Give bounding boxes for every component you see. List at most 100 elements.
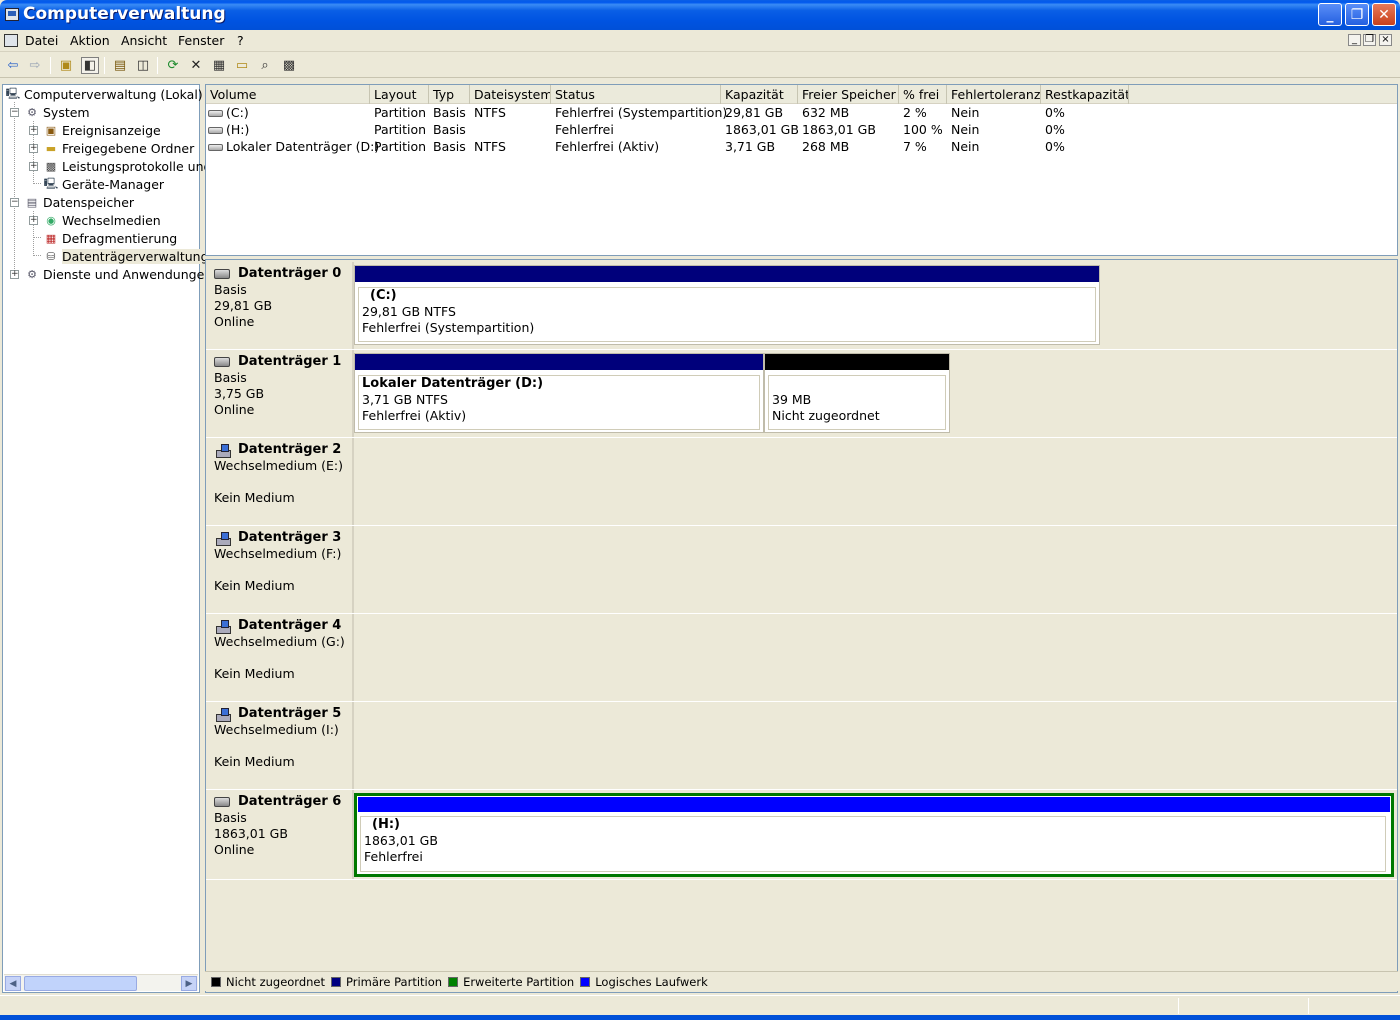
col-prozent-frei[interactable]: % frei (899, 85, 947, 104)
col-freier-speicher[interactable]: Freier Speicher (798, 85, 899, 104)
menu-fenster[interactable]: Fenster (178, 33, 224, 48)
tree-item-datenspeicher[interactable]: ▤ Datenspeicher (24, 193, 134, 211)
computer-icon: 🖳 (5, 86, 21, 100)
disk-label[interactable]: Datenträger 6 Basis 1863,01 GB Online (206, 790, 354, 879)
hard-disk-icon (214, 797, 230, 807)
cell-freier-speicher: 632 MB (802, 105, 850, 120)
cell-typ: Basis (433, 139, 466, 154)
menu-bar: Datei Aktion Ansicht Fenster ? _ ❐ × (0, 30, 1400, 52)
tree-item-label: Defragmentierung (62, 230, 178, 246)
volume-list[interactable]: Volume Layout Typ Dateisystem Status Kap… (205, 84, 1398, 256)
delete-icon[interactable]: ✕ (187, 57, 205, 74)
disk-row-0[interactable]: Datenträger 0 Basis 29,81 GB Online (C:)… (206, 262, 1397, 350)
disk-row-1[interactable]: Datenträger 1 Basis 3,75 GB Online Lokal… (206, 350, 1397, 438)
disk-row-2[interactable]: Datenträger 2 Wechselmedium (E:) Kein Me… (206, 438, 1397, 526)
disk-row-5[interactable]: Datenträger 5 Wechselmedium (I:) Kein Me… (206, 702, 1397, 790)
properties-icon[interactable]: ▤ (111, 57, 129, 74)
close-button[interactable]: ✕ (1372, 3, 1396, 26)
up-folder-icon[interactable]: ▣ (57, 57, 75, 74)
disk-label[interactable]: Datenträger 5 Wechselmedium (I:) Kein Me… (206, 702, 354, 789)
disk-row-4[interactable]: Datenträger 4 Wechselmedium (G:) Kein Me… (206, 614, 1397, 702)
legend-label: Logisches Laufwerk (595, 974, 708, 989)
table-row[interactable]: (C:) Partition Basis NTFS Fehlerfrei (Sy… (206, 104, 1397, 121)
disk-graphical-view[interactable]: Datenträger 0 Basis 29,81 GB Online (C:)… (205, 259, 1398, 993)
scroll-right-button[interactable]: ▶ (181, 976, 197, 991)
disk-row-6[interactable]: Datenträger 6 Basis 1863,01 GB Online (H… (206, 790, 1397, 880)
col-status[interactable]: Status (551, 85, 721, 104)
mdi-document-icon[interactable] (4, 34, 18, 47)
legend-swatch (580, 976, 591, 987)
help-icon[interactable]: ◫ (134, 57, 152, 74)
menu-aktion[interactable]: Aktion (70, 33, 110, 48)
scrollbar-thumb[interactable] (24, 976, 137, 991)
col-restkapazitaet[interactable]: Restkapazität (1041, 85, 1129, 104)
col-kapazitaet[interactable]: Kapazität (721, 85, 798, 104)
expand-wechselmedien-button[interactable]: + (29, 216, 38, 225)
tree-item-geraete-manager[interactable]: 🖳 Geräte-Manager (43, 175, 164, 193)
unallocated-space[interactable]: 39 MB Nicht zugeordnet (764, 353, 950, 433)
tree-item-datentraegerverwaltung[interactable]: ⛁ Datenträgerverwaltung (43, 247, 209, 265)
tree-item-leistungsprotokolle[interactable]: ▩ Leistungsprotokolle und (43, 157, 212, 175)
restore-button[interactable]: ❐ (1345, 3, 1369, 26)
menu-ansicht[interactable]: Ansicht (121, 33, 167, 48)
back-icon[interactable]: ⇦ (4, 57, 22, 74)
tree-item-freigegebene-ordner[interactable]: ▬ Freigegebene Ordner (43, 139, 194, 157)
col-typ[interactable]: Typ (429, 85, 470, 104)
cell-typ: Basis (433, 105, 466, 120)
tree-item-ereignisanzeige[interactable]: ▣ Ereignisanzeige (43, 121, 161, 139)
partition-status: Fehlerfrei (364, 849, 423, 864)
partition-h[interactable]: (H:) 1863,01 GB Fehlerfrei (354, 793, 1394, 877)
mdi-minimize-button[interactable]: _ (1348, 34, 1361, 46)
col-volume[interactable]: Volume (206, 85, 370, 104)
partition-c[interactable]: (C:) 29,81 GB NTFS Fehlerfrei (Systempar… (354, 265, 1100, 345)
tree-item-system[interactable]: ⚙ System (24, 103, 90, 121)
partition-d[interactable]: Lokaler Datenträger (D:) 3,71 GB NTFS Fe… (354, 353, 764, 433)
expand-ereignisanzeige-button[interactable]: + (29, 126, 38, 135)
disk-label[interactable]: Datenträger 4 Wechselmedium (G:) Kein Me… (206, 614, 354, 701)
disk-label[interactable]: Datenträger 0 Basis 29,81 GB Online (206, 262, 354, 349)
disk-name: Datenträger 6 (238, 794, 342, 809)
disk-name: Datenträger 3 (238, 530, 342, 545)
open-folder-icon[interactable]: ▭ (233, 57, 251, 74)
search-icon[interactable]: ⌕ (256, 57, 274, 74)
expand-leistungsprotokolle-button[interactable]: + (29, 162, 38, 171)
expand-freigegebene-ordner-button[interactable]: + (29, 144, 38, 153)
forward-icon[interactable]: ⇨ (26, 57, 44, 74)
services-icon: ⚙ (27, 267, 37, 281)
collapse-datenspeicher-button[interactable]: − (10, 198, 19, 207)
disk-row-3[interactable]: Datenträger 3 Wechselmedium (F:) Kein Me… (206, 526, 1397, 614)
disk-label[interactable]: Datenträger 2 Wechselmedium (E:) Kein Me… (206, 438, 354, 525)
expand-dienste-button[interactable]: + (10, 270, 19, 279)
mdi-close-button[interactable]: × (1379, 34, 1392, 46)
col-layout[interactable]: Layout (370, 85, 429, 104)
tree-item-wechselmedien[interactable]: ◉ Wechselmedien (43, 211, 161, 229)
table-row[interactable]: Lokaler Datenträger (D:) Partition Basis… (206, 138, 1397, 155)
menu-datei[interactable]: Datei (25, 33, 58, 48)
console-tree[interactable]: 🖳 Computerverwaltung (Lokal) − ⚙ System … (2, 84, 212, 993)
scroll-left-button[interactable]: ◀ (5, 976, 21, 991)
settings-icon[interactable]: ▩ (280, 57, 298, 74)
mdi-restore-button[interactable]: ❐ (1363, 34, 1376, 46)
legend-label: Primäre Partition (346, 974, 443, 989)
event-viewer-icon: ▣ (45, 123, 57, 137)
app-computer-icon[interactable] (5, 8, 19, 21)
menu-help[interactable]: ? (237, 33, 244, 48)
col-dateisystem[interactable]: Dateisystem (470, 85, 551, 104)
tree-item-label: Wechselmedien (62, 212, 161, 228)
tree-item-dienste-und-anwendungen[interactable]: ⚙ Dienste und Anwendungen (24, 265, 212, 283)
tree-item-computerverwaltung[interactable]: 🖳 Computerverwaltung (Lokal) (5, 85, 203, 103)
new-icon[interactable]: ▦ (210, 57, 228, 74)
minimize-button[interactable]: _ (1318, 3, 1342, 26)
tree-item-label: Ereignisanzeige (62, 122, 161, 138)
disk-status: Kein Medium (214, 578, 295, 593)
tree-item-defragmentierung[interactable]: ▦ Defragmentierung (43, 229, 177, 247)
disk-label[interactable]: Datenträger 3 Wechselmedium (F:) Kein Me… (206, 526, 354, 613)
col-fehlertoleranz[interactable]: Fehlertoleranz (947, 85, 1041, 104)
table-row[interactable]: (H:) Partition Basis Fehlerfrei 1863,01 … (206, 121, 1397, 138)
show-hide-tree-icon[interactable]: ◧ (81, 57, 99, 74)
collapse-system-button[interactable]: − (10, 108, 19, 117)
refresh-icon[interactable]: ⟳ (164, 57, 182, 74)
removable-media-icon: ◉ (46, 213, 56, 227)
disk-label[interactable]: Datenträger 1 Basis 3,75 GB Online (206, 350, 354, 437)
tree-horizontal-scrollbar[interactable]: ◀ ▶ (4, 974, 198, 991)
